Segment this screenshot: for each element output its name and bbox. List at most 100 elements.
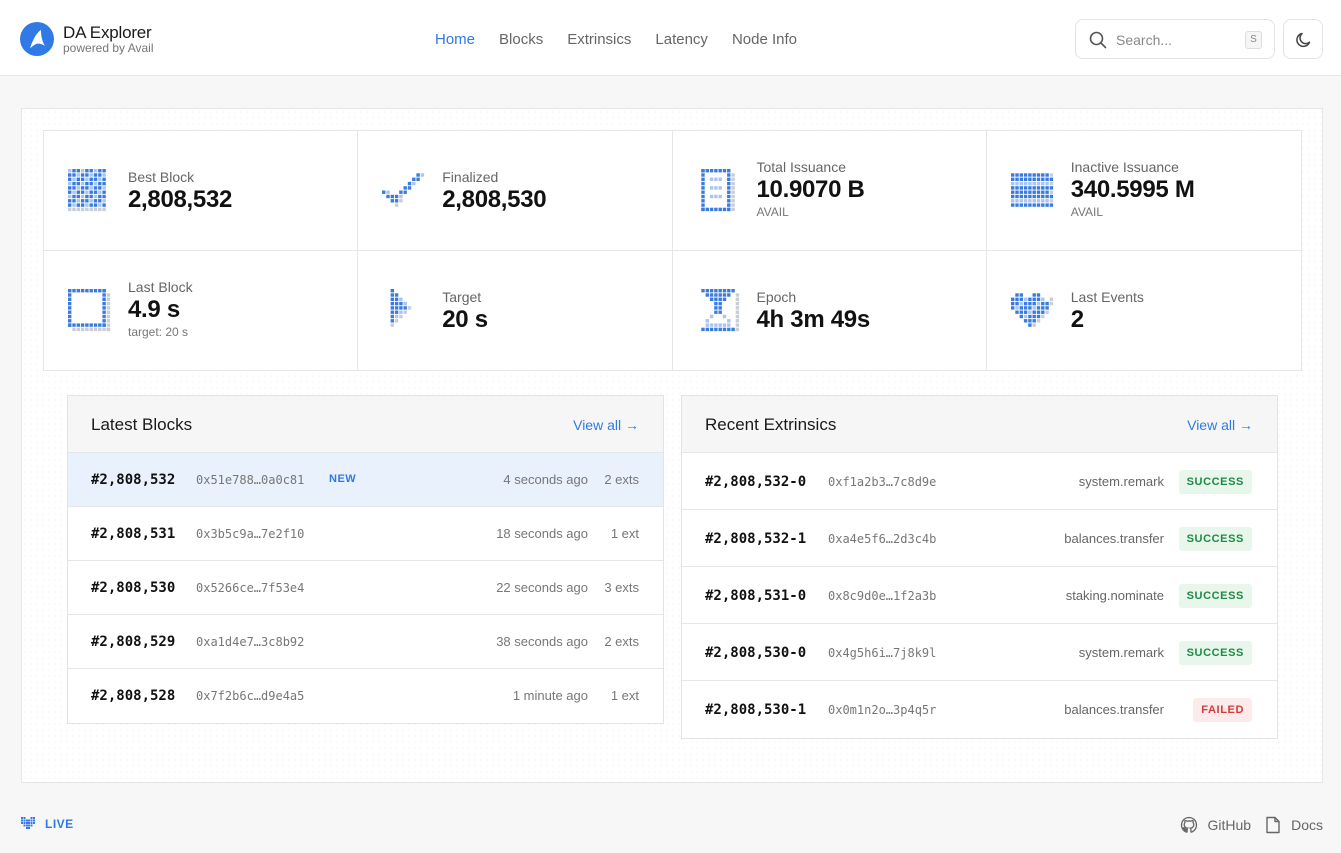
footer-links: GitHub Docs [1166,816,1323,834]
github-icon [1180,816,1197,833]
block-number[interactable]: #2,808,531 [91,526,175,542]
block-ext-count: 2 exts [604,634,639,649]
block-hash: 0x3b5c9a…7e2f10 [196,527,305,541]
stat-value: 340.5995 M [1070,176,1195,203]
live-label: LIVE [45,816,74,831]
stat-label: Total Issuance [756,159,847,175]
stat-value: 2 [1070,306,1084,333]
block-row[interactable]: #2,808,531 0x3b5c9a…7e2f10 18 seconds ago 1… [68,507,663,561]
stat-unit: AVAIL [1070,205,1103,219]
block-hash: 0x51e788…0a0c81 [196,473,305,487]
moon-icon [1296,32,1311,48]
nav-node-info[interactable]: Node Info [732,31,797,48]
search-shortcut-key: S [1245,31,1262,49]
document-icon [700,169,735,212]
search-icon [1089,31,1107,49]
block-time: 18 seconds ago [496,526,588,541]
stat-epoch: Epoch 4h 3m 49s [673,251,987,371]
extrinsic-method: system.remark [1078,474,1164,489]
theme-toggle-button[interactable] [1283,19,1323,59]
extrinsic-id[interactable]: #2,808,531-0 [705,588,806,604]
docs-link[interactable]: Docs [1265,816,1323,834]
block-row[interactable]: #2,808,528 0x7f2b6c…d9e4a5 1 minute ago 1 e… [68,669,663,723]
hourglass-icon [700,289,739,332]
extrinsic-method: balances.transfer [1064,531,1164,546]
stat-best-block: Best Block 2,808,532 [44,131,359,251]
block-time: 38 seconds ago [496,634,588,649]
block-number[interactable]: #2,808,529 [91,634,175,650]
stat-label: Best Block [128,169,195,185]
extrinsic-row[interactable]: #2,808,530-0 0x4g5h6i…7j8k9l system.remark… [682,624,1277,681]
status-badge: SUCCESS [1178,470,1252,494]
stat-unit: AVAIL [756,205,789,219]
panel-title: Latest Blocks [91,415,193,434]
extrinsic-row[interactable]: #2,808,531-0 0x8c9d0e…1f2a3b staking.nomin… [682,567,1277,624]
block-time: 4 seconds ago [503,472,588,487]
stat-target: Target 20 s [358,251,673,371]
extrinsic-method: staking.nominate [1065,588,1164,603]
block-row[interactable]: #2,808,530 0x5266ce…7f53e4 22 seconds ago 3… [68,561,663,615]
stat-last-block: Last Block 4.9 s target: 20 s [44,251,359,371]
latest-blocks-panel: Latest Blocks View all → #2,808,532 0x51e… [67,395,664,724]
stat-label: Last Block [128,279,193,295]
search-input[interactable] [1116,30,1236,50]
heart-icon [21,817,35,829]
extrinsic-hash: 0x0m1n2o…3p4q5r [828,703,937,717]
stat-label: Inactive Issuance [1070,159,1179,175]
new-badge: NEW [329,473,357,485]
grid-icon [68,169,106,212]
view-all-blocks-link[interactable]: View all → [573,417,639,433]
stat-label: Target [442,289,482,305]
block-number[interactable]: #2,808,530 [91,580,175,596]
block-row[interactable]: #2,808,529 0xa1d4e7…3c8b92 38 seconds ago 2… [68,615,663,669]
stat-last-events: Last Events 2 [987,251,1301,371]
stat-inactive-issuance: Inactive Issuance 340.5995 M AVAIL [986,131,1301,251]
stat-value: 4h 3m 49s [756,306,871,333]
extrinsic-row[interactable]: #2,808,532-0 0xf1a2b3…7c8d9e system.remark… [682,453,1277,510]
extrinsic-id[interactable]: #2,808,532-1 [705,531,806,547]
block-ext-count: 3 exts [604,580,639,595]
status-badge: FAILED [1193,698,1252,722]
stat-label: Last Events [1070,289,1144,305]
checkmark-icon [382,173,425,207]
block-hash: 0x7f2b6c…d9e4a5 [196,689,305,703]
stat-value: 2,808,532 [128,186,233,213]
block-number[interactable]: #2,808,528 [91,688,175,704]
arrow-right-icon [390,289,412,327]
search-box[interactable]: S [1075,19,1275,59]
block-ext-count: 2 exts [604,472,639,487]
extrinsic-id[interactable]: #2,808,530-0 [705,645,806,661]
nav-blocks[interactable]: Blocks [499,31,543,48]
main-content: Best Block 2,808,532 Finalized 2,808,530… [21,108,1323,783]
block-number[interactable]: #2,808,532 [91,472,175,488]
extrinsic-row[interactable]: #2,808,532-1 0xa4e5f6…2d3c4b balances.tran… [682,510,1277,567]
stat-value: 10.9070 B [756,176,865,203]
view-all-extrinsics-link[interactable]: View all → [1187,417,1253,433]
nav-home[interactable]: Home [435,31,475,48]
extrinsic-id[interactable]: #2,808,532-0 [705,474,806,490]
nav-extrinsics[interactable]: Extrinsics [567,31,631,48]
status-badge: SUCCESS [1178,584,1252,608]
extrinsic-method: system.remark [1078,645,1164,660]
brand-title: DA Explorer [63,23,152,42]
extrinsic-id[interactable]: #2,808,530-1 [705,702,806,718]
top-header: DA Explorer powered by Avail Home Blocks… [0,0,1341,76]
document-icon [1266,816,1280,834]
stat-value: 20 s [442,306,488,333]
extrinsic-hash: 0x4g5h6i…7j8k9l [828,646,937,660]
block-row[interactable]: #2,808,532 0x51e788…0a0c81 NEW 4 seconds ag… [68,453,663,507]
block-time: 1 minute ago [512,688,588,703]
status-badge: SUCCESS [1178,527,1252,551]
avail-logo-icon [20,22,54,56]
brand[interactable]: DA Explorer powered by Avail [20,22,154,56]
stat-unit: target: 20 s [128,325,189,339]
heart-icon [1010,293,1053,327]
extrinsic-row[interactable]: #2,808,530-1 0x0m1n2o…3p4q5r balances.tran… [682,681,1277,738]
block-time: 22 seconds ago [496,580,588,595]
panel-header: Latest Blocks View all → [68,396,663,453]
nav-latency[interactable]: Latency [655,31,708,48]
panel-header: Recent Extrinsics View all → [682,396,1277,453]
github-link[interactable]: GitHub [1180,816,1251,834]
extrinsic-method: balances.transfer [1064,702,1164,717]
stat-label: Epoch [756,289,797,305]
